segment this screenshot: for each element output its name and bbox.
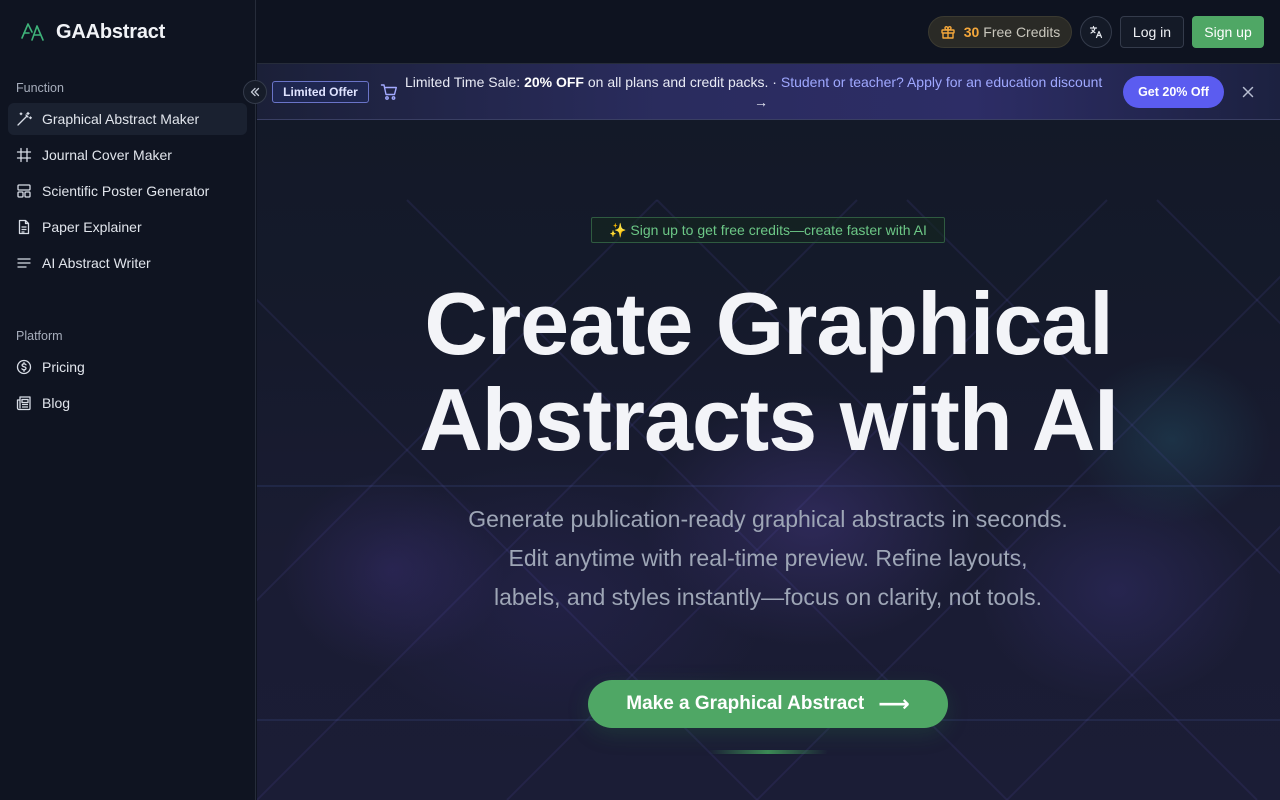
brand-name: GAAbstract [56,20,166,43]
hero-title: Create Graphical Abstracts with AI [257,276,1280,468]
signup-button[interactable]: Sign up [1192,16,1264,48]
cart-icon [380,84,397,100]
sidebar-item-blog[interactable]: Blog [8,387,247,419]
hero-subtitle-line: Edit anytime with real-time preview. Ref… [508,545,1028,571]
close-icon[interactable] [1240,84,1256,100]
hash-icon [16,147,32,163]
free-credits-pill[interactable]: 30 Free Credits [928,16,1072,48]
hero-subtitle: Generate publication-ready graphical abs… [428,500,1108,617]
cta-label: Make a Graphical Abstract [626,693,865,714]
sidebar-item-label: Blog [42,395,71,411]
document-icon [18,219,30,235]
hero-title-line: Abstracts with AI [419,370,1119,469]
sidebar-item-paper-explainer[interactable]: Paper Explainer [8,211,247,243]
arrow-right-icon: ⟶ [878,691,910,716]
logo-icon [21,23,44,41]
section-label-function: Function [16,81,64,95]
hero-subtitle-line: Generate publication-ready graphical abs… [468,506,1068,532]
hero-subtitle-line: labels, and styles instantly—focus on cl… [493,584,1042,610]
login-button[interactable]: Log in [1120,16,1184,48]
brand[interactable]: GAAbstract [18,18,165,46]
sidebar: GAAbstract Function Graphical Abstract M… [0,0,256,800]
limited-offer-tag: Limited Offer [272,81,369,103]
gift-icon [940,25,955,39]
credits-label: Free Credits [983,24,1061,40]
chevrons-left-icon [250,87,260,97]
section-label-platform: Platform [16,329,63,343]
make-graphical-abstract-button[interactable]: Make a Graphical Abstract ⟶ [588,680,948,728]
cta-glow-decoration [708,750,828,754]
top-bar: 30 Free Credits Log in Sign up [257,0,1280,64]
promo-prefix: Limited Time Sale: [405,74,525,90]
sidebar-item-label: Scientific Poster Generator [42,183,210,199]
hero-title-line: Create Graphical [424,274,1113,373]
sidebar-item-pricing[interactable]: Pricing [8,351,247,383]
get-discount-button[interactable]: Get 20% Off [1123,76,1224,108]
education-discount-link[interactable]: Student or teacher? Apply for an educati… [781,74,1102,90]
sidebar-item-scientific-poster-generator[interactable]: Scientific Poster Generator [8,175,247,207]
translate-icon [1089,25,1103,39]
main-content: 30 Free Credits Log in Sign up Limited O… [257,0,1280,800]
sidebar-item-journal-cover-maker[interactable]: Journal Cover Maker [8,139,247,171]
newspaper-icon [16,396,31,411]
promo-highlight: 20% OFF [524,74,584,90]
collapse-sidebar-button[interactable] [243,80,267,104]
sidebar-item-label: Paper Explainer [42,219,142,235]
sidebar-item-label: Pricing [42,359,85,375]
language-switch-button[interactable] [1080,16,1112,48]
sidebar-item-label: Graphical Abstract Maker [42,111,200,127]
sidebar-item-ai-abstract-writer[interactable]: AI Abstract Writer [8,247,247,279]
layout-icon [17,184,31,198]
arrow-right-icon[interactable]: → [754,94,768,110]
sidebar-item-label: AI Abstract Writer [42,255,151,271]
signup-credits-badge: ✨ Sign up to get free credits—create fas… [591,217,945,243]
dollar-circle-icon [16,359,32,375]
magic-wand-icon [17,111,32,126]
promo-banner: Limited Offer Limited Time Sale: 20% OFF… [257,64,1280,120]
credits-count: 30 [963,24,980,40]
text-lines-icon [17,258,31,268]
promo-middle: on all plans and credit packs. · [583,74,781,90]
sidebar-item-label: Journal Cover Maker [42,147,172,163]
sidebar-item-graphical-abstract-maker[interactable]: Graphical Abstract Maker [8,103,247,135]
